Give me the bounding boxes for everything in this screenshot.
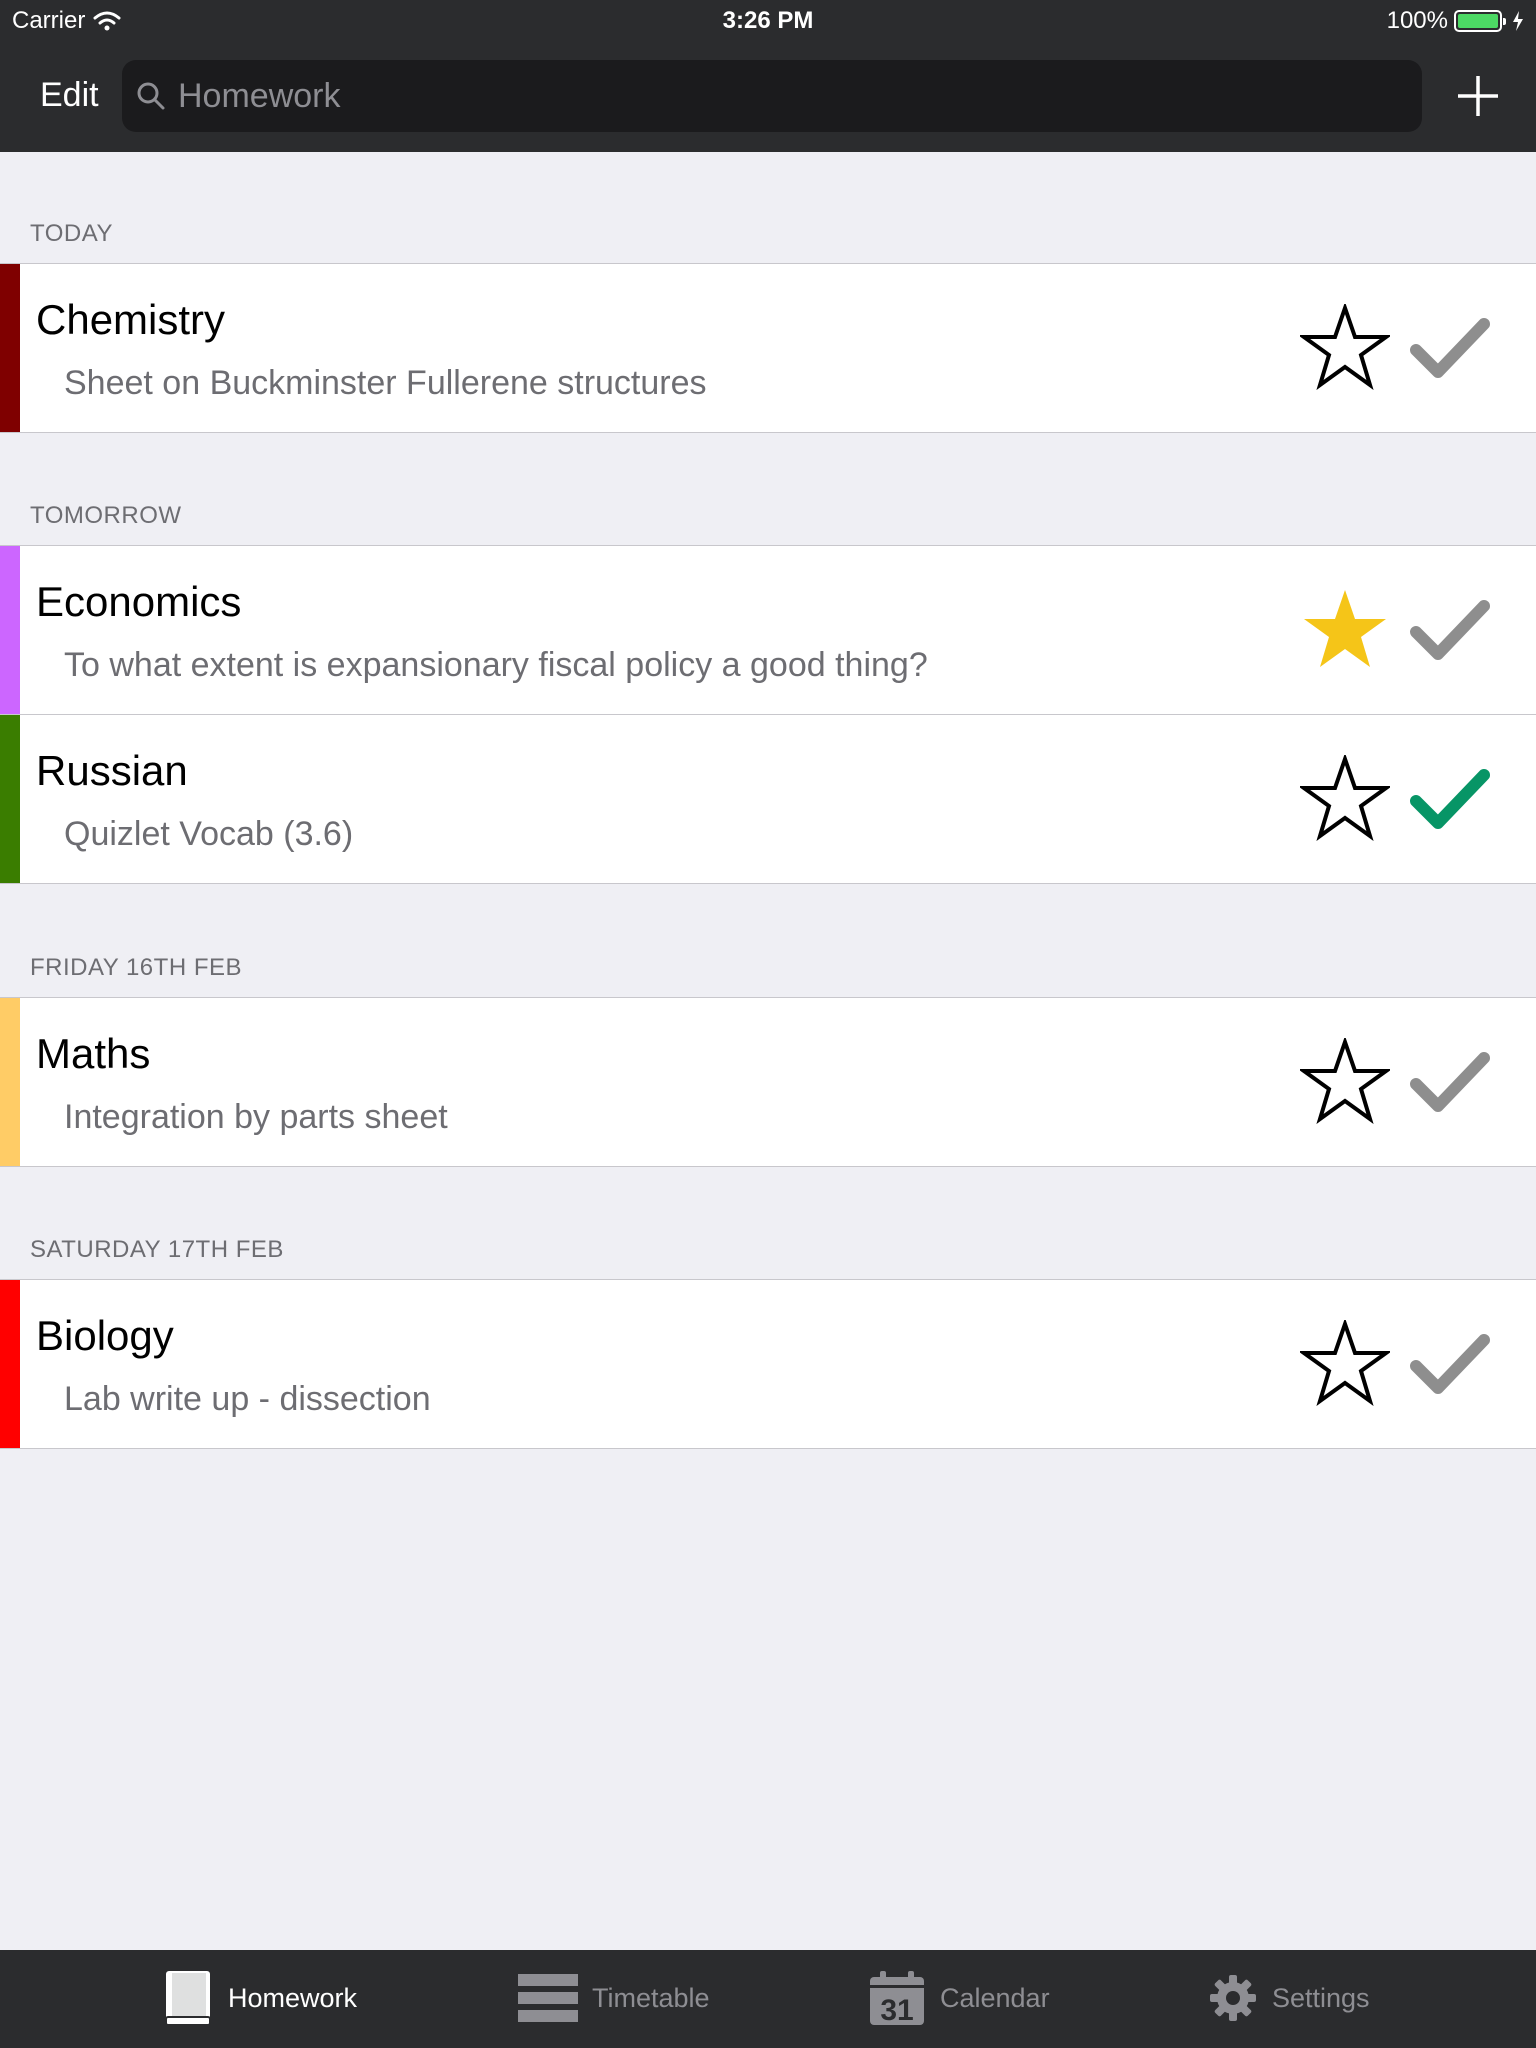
section-header: TODAY: [30, 220, 113, 247]
search-field[interactable]: [122, 60, 1422, 132]
star-icon[interactable]: [1300, 586, 1390, 672]
section-header: TOMORROW: [30, 502, 182, 529]
tab-label: Calendar: [940, 1982, 1050, 2013]
svg-text:31: 31: [880, 1994, 913, 2027]
checkmark-icon[interactable]: [1410, 767, 1490, 833]
subject-title: Biology: [36, 1312, 174, 1359]
homework-row[interactable]: Russian Quizlet Vocab (3.6): [0, 714, 1536, 884]
edit-button[interactable]: Edit: [40, 76, 99, 115]
book-icon: [165, 1971, 211, 2026]
homework-description: Lab write up - dissection: [64, 1380, 431, 1418]
tab-timetable[interactable]: Timetable: [518, 1968, 710, 2028]
homework-description: Quizlet Vocab (3.6): [64, 815, 354, 853]
battery-icon: [1454, 10, 1506, 32]
status-bar: Carrier 3:26 PM 100%: [0, 0, 1536, 40]
subject-color-bar: [0, 715, 20, 883]
homework-row[interactable]: Chemistry Sheet on Buckminster Fullerene…: [0, 263, 1536, 433]
star-icon[interactable]: [1300, 1038, 1390, 1124]
subject-title: Chemistry: [36, 296, 226, 343]
timetable-icon: [518, 1974, 578, 2022]
checkmark-icon[interactable]: [1410, 1332, 1490, 1398]
tab-label: Homework: [228, 1982, 358, 2013]
star-icon[interactable]: [1300, 1320, 1390, 1406]
battery-percent: 100%: [1386, 7, 1448, 34]
calendar-icon: 31: [870, 1971, 924, 2027]
checkmark-icon[interactable]: [1410, 316, 1490, 382]
tab-label: Timetable: [592, 1982, 710, 2013]
tab-calendar[interactable]: 31 Calendar: [868, 1968, 1050, 2028]
homework-row[interactable]: Maths Integration by parts sheet: [0, 997, 1536, 1167]
search-input[interactable]: [178, 76, 1378, 116]
subject-title: Maths: [36, 1030, 151, 1077]
checkmark-icon[interactable]: [1410, 598, 1490, 664]
homework-row[interactable]: Biology Lab write up - dissection: [0, 1279, 1536, 1449]
subject-title: Economics: [36, 578, 242, 625]
tab-homework[interactable]: Homework: [162, 1968, 357, 2028]
navigation-bar: Edit: [0, 40, 1536, 152]
tab-bar: Homework Timetable 31 Calendar Settings: [0, 1950, 1536, 2048]
section-header: SATURDAY 17TH FEB: [30, 1236, 284, 1263]
tab-label: Settings: [1272, 1982, 1370, 2013]
tab-settings[interactable]: Settings: [1208, 1968, 1370, 2028]
homework-row[interactable]: Economics To what extent is expansionary…: [0, 545, 1536, 715]
subject-color-bar: [0, 546, 20, 715]
homework-description: To what extent is expansionary fiscal po…: [64, 646, 928, 684]
clock: 3:26 PM: [722, 7, 814, 34]
subject-color-bar: [0, 1280, 20, 1448]
section-header: FRIDAY 16TH FEB: [30, 954, 242, 981]
add-icon[interactable]: [1456, 74, 1500, 118]
charging-bolt-icon: [1513, 11, 1523, 31]
gear-icon: [1210, 1975, 1256, 2021]
battery-status: 100%: [1387, 7, 1524, 35]
star-icon[interactable]: [1300, 755, 1390, 841]
subject-color-bar: [0, 998, 20, 1166]
checkmark-icon[interactable]: [1410, 1050, 1490, 1116]
homework-description: Sheet on Buckminster Fullerene structure…: [64, 364, 707, 402]
subject-color-bar: [0, 264, 20, 432]
subject-title: Russian: [36, 747, 188, 794]
star-icon[interactable]: [1300, 304, 1390, 390]
homework-description: Integration by parts sheet: [64, 1098, 448, 1136]
search-icon: [137, 82, 165, 110]
